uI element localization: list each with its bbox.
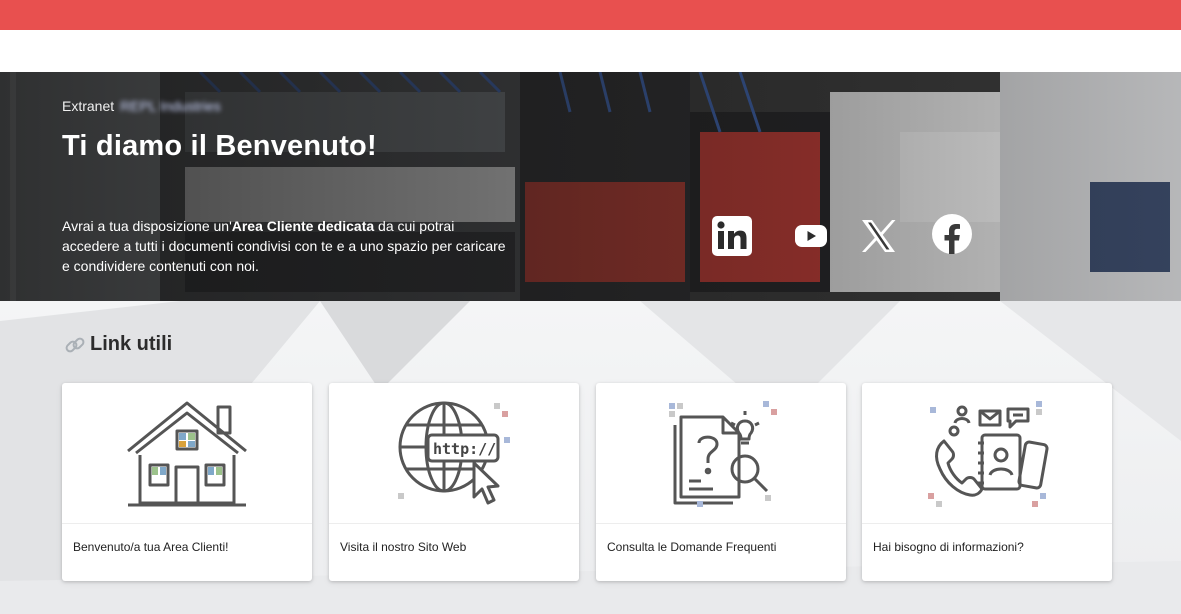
card-divider bbox=[862, 523, 1112, 524]
card-image: http:// bbox=[329, 383, 579, 523]
card-image bbox=[596, 383, 846, 523]
card-divider bbox=[596, 523, 846, 524]
card-website[interactable]: http:// Visita il nostro Sito Web bbox=[329, 383, 579, 581]
card-faq[interactable]: Consulta le Domande Frequenti bbox=[596, 383, 846, 581]
card-divider bbox=[329, 523, 579, 524]
card-divider bbox=[62, 523, 312, 524]
header-band bbox=[0, 30, 1181, 72]
card-contact-info[interactable]: Hai bisogno di informazioni? bbox=[862, 383, 1112, 581]
section-title: Link utili bbox=[90, 333, 173, 355]
card-label: Benvenuto/a tua Area Clienti! bbox=[73, 540, 229, 554]
hero-description: Avrai a tua disposizione un'Area Cliente… bbox=[62, 216, 512, 276]
x-link[interactable] bbox=[856, 214, 900, 258]
hero-banner: Extranet REPL Industries Ti diamo il Benv… bbox=[0, 72, 1181, 301]
youtube-icon bbox=[795, 225, 827, 247]
company-name-blurred: REPL Industries bbox=[120, 98, 221, 114]
linkedin-link[interactable] bbox=[710, 214, 754, 258]
hero-description-part-1: Avrai a tua disposizione un' bbox=[62, 218, 232, 234]
card-label: Hai bisogno di informazioni? bbox=[873, 540, 1024, 554]
facebook-link[interactable] bbox=[930, 212, 974, 256]
top-accent-bar bbox=[0, 0, 1181, 30]
svg-text:http://: http:// bbox=[433, 440, 496, 458]
faq-document-icon bbox=[669, 401, 777, 507]
contact-info-icon bbox=[928, 401, 1049, 507]
section-heading: Link utili bbox=[64, 333, 172, 356]
hero-eyebrow: Extranet REPL Industries bbox=[62, 98, 221, 114]
card-image bbox=[62, 383, 312, 523]
card-label: Consulta le Domande Frequenti bbox=[607, 540, 777, 554]
hero-description-bold: Area Cliente dedicata bbox=[231, 218, 375, 234]
x-icon bbox=[862, 220, 896, 252]
card-client-area[interactable]: Benvenuto/a tua Area Clienti! bbox=[62, 383, 312, 581]
house-icon bbox=[127, 401, 247, 507]
link-icon bbox=[65, 337, 85, 352]
youtube-link[interactable] bbox=[792, 214, 830, 258]
globe-http-icon: http:// bbox=[398, 401, 510, 505]
card-label: Visita il nostro Sito Web bbox=[340, 540, 467, 554]
card-image bbox=[862, 383, 1112, 523]
hero-title: Ti diamo il Benvenuto! bbox=[62, 130, 377, 162]
hero-eyebrow-label: Extranet bbox=[62, 98, 115, 114]
linkedin-icon bbox=[712, 216, 752, 256]
useful-links-section: Link utili Benvenuto/a tua Area Clienti!… bbox=[0, 301, 1181, 614]
facebook-icon bbox=[932, 214, 972, 254]
